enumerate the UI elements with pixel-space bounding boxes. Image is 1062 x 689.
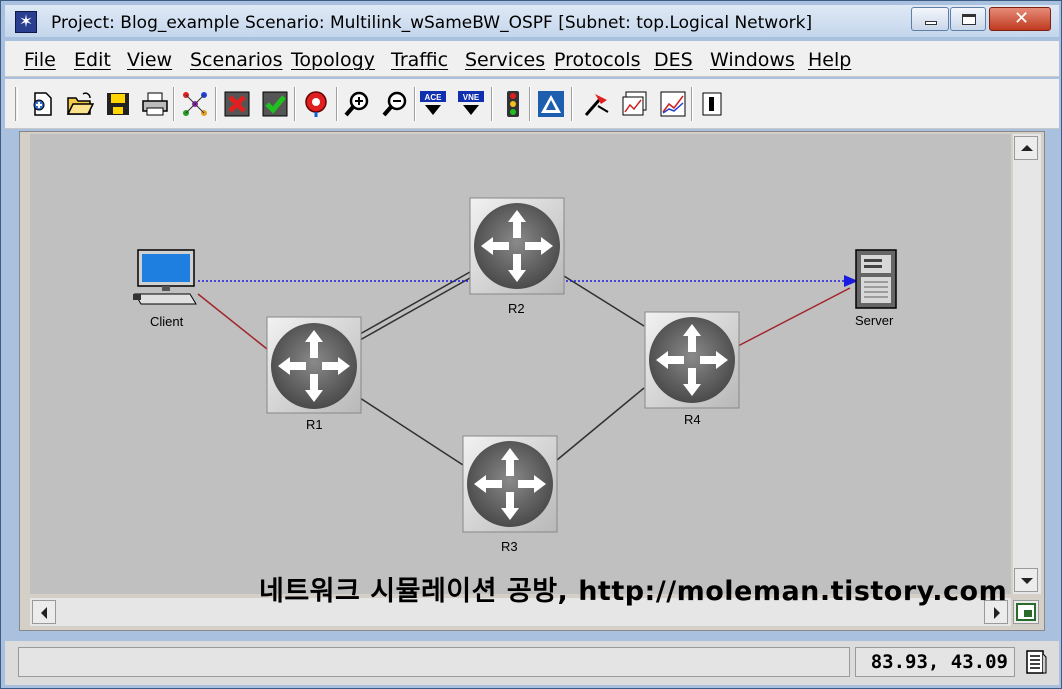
app-logo-icon: ✶	[15, 11, 37, 33]
status-bar: 83.93, 43.09	[5, 641, 1059, 685]
message-log-icon[interactable]	[1023, 649, 1049, 675]
vertical-scrollbar[interactable]	[1013, 134, 1041, 594]
ace-label: ACE	[425, 93, 443, 102]
client-workstation-icon[interactable]	[133, 249, 197, 305]
navigator-icon	[1016, 603, 1036, 621]
toolbar-separator	[571, 87, 573, 121]
zoom-in-icon[interactable]	[343, 90, 371, 118]
link-r1-r3[interactable]	[359, 397, 464, 466]
router-r3-icon[interactable]	[462, 435, 558, 533]
scroll-down-button[interactable]	[1014, 568, 1038, 592]
node-label-r3: R3	[501, 539, 518, 554]
configure-discrete-event-icon[interactable]	[537, 90, 565, 118]
find-node-icon[interactable]	[302, 90, 330, 118]
minimize-icon	[925, 21, 937, 25]
fail-link-icon[interactable]	[223, 90, 251, 118]
scroll-up-button[interactable]	[1014, 136, 1038, 160]
menu-bar: File Edit View Scenarios Topology Traffi…	[5, 41, 1059, 77]
link-r3-r4[interactable]	[556, 387, 645, 461]
node-label-r2: R2	[508, 301, 525, 316]
print-icon[interactable]	[141, 90, 169, 118]
menu-view[interactable]: View	[127, 49, 172, 71]
toolbar-separator	[336, 87, 338, 121]
node-label-server: Server	[855, 313, 894, 328]
toolbar-separator	[691, 87, 693, 121]
link-r4-server[interactable]	[737, 287, 851, 347]
new-file-icon[interactable]	[29, 90, 57, 118]
navigator-button[interactable]	[1013, 600, 1039, 624]
node-label-client: Client	[150, 314, 184, 329]
vne-label: VNE	[463, 93, 480, 102]
menu-des[interactable]: DES	[654, 49, 693, 71]
open-folder-icon[interactable]	[66, 90, 94, 118]
cursor-coordinates: 83.93, 43.09	[855, 647, 1015, 677]
toolbar-separator	[414, 87, 416, 121]
zoom-out-icon[interactable]	[381, 90, 409, 118]
recover-link-icon[interactable]	[261, 90, 289, 118]
vne-icon[interactable]: VNE	[457, 90, 485, 118]
view-results-icon[interactable]	[621, 90, 649, 118]
node-label-r4: R4	[684, 412, 701, 427]
maximize-icon	[962, 14, 976, 25]
node-label-r1: R1	[306, 417, 323, 432]
status-message	[18, 647, 850, 677]
close-button[interactable]: ✕	[989, 7, 1051, 31]
menu-services[interactable]: Services	[465, 49, 545, 71]
traffic-light-icon[interactable]	[499, 90, 527, 118]
router-r1-icon[interactable]	[266, 316, 362, 414]
ace-icon[interactable]: ACE	[419, 90, 447, 118]
run-simulation-icon[interactable]	[583, 90, 611, 118]
save-icon[interactable]	[104, 90, 132, 118]
menu-help[interactable]: Help	[808, 49, 851, 71]
link-r1-r2-b[interactable]	[359, 277, 471, 341]
arrow-left-icon	[41, 607, 47, 619]
toolbar-grip[interactable]	[15, 87, 18, 121]
server-icon[interactable]	[855, 249, 897, 309]
arrow-down-icon	[1021, 578, 1033, 584]
toolbar-separator	[215, 87, 217, 121]
maximize-button[interactable]	[950, 7, 986, 31]
menu-edit[interactable]: Edit	[74, 49, 111, 71]
window-title: Project: Blog_example Scenario: Multilin…	[51, 13, 813, 33]
arrow-right-icon	[994, 607, 1000, 619]
toolbar-separator	[294, 87, 296, 121]
network-canvas[interactable]: Client R1 R2 R3 R4 Server	[30, 134, 1011, 594]
menu-traffic[interactable]: Traffic	[391, 49, 448, 71]
app-window: ✶ Project: Blog_example Scenario: Multil…	[0, 0, 1062, 689]
toolbar-separator	[491, 87, 493, 121]
toolbar-separator	[529, 87, 531, 121]
toolbar-separator	[173, 87, 175, 121]
router-r4-icon[interactable]	[644, 311, 740, 409]
close-icon: ✕	[1014, 8, 1030, 28]
minimize-button[interactable]	[911, 7, 949, 31]
network-diagram	[133, 197, 897, 533]
watermark-text: 네트워크 시뮬레이션 공방, http://moleman.tistory.co…	[259, 576, 1008, 607]
router-r2-icon[interactable]	[469, 197, 565, 295]
menu-topology[interactable]: Topology	[291, 49, 375, 71]
toolbar: ACE VNE	[5, 79, 1059, 129]
link-client-r1[interactable]	[197, 293, 268, 350]
menu-file[interactable]: File	[24, 49, 56, 71]
scroll-left-button[interactable]	[32, 600, 56, 624]
rapid-configuration-icon[interactable]	[181, 90, 209, 118]
title-bar[interactable]: ✶ Project: Blog_example Scenario: Multil…	[5, 5, 1059, 37]
hide-graphs-icon[interactable]	[699, 90, 727, 118]
link-r2-r4[interactable]	[563, 275, 645, 327]
view-statistics-icon[interactable]	[659, 90, 687, 118]
arrow-up-icon	[1021, 145, 1033, 151]
menu-windows[interactable]: Windows	[710, 49, 795, 71]
menu-scenarios[interactable]: Scenarios	[190, 49, 283, 71]
menu-protocols[interactable]: Protocols	[554, 49, 640, 71]
